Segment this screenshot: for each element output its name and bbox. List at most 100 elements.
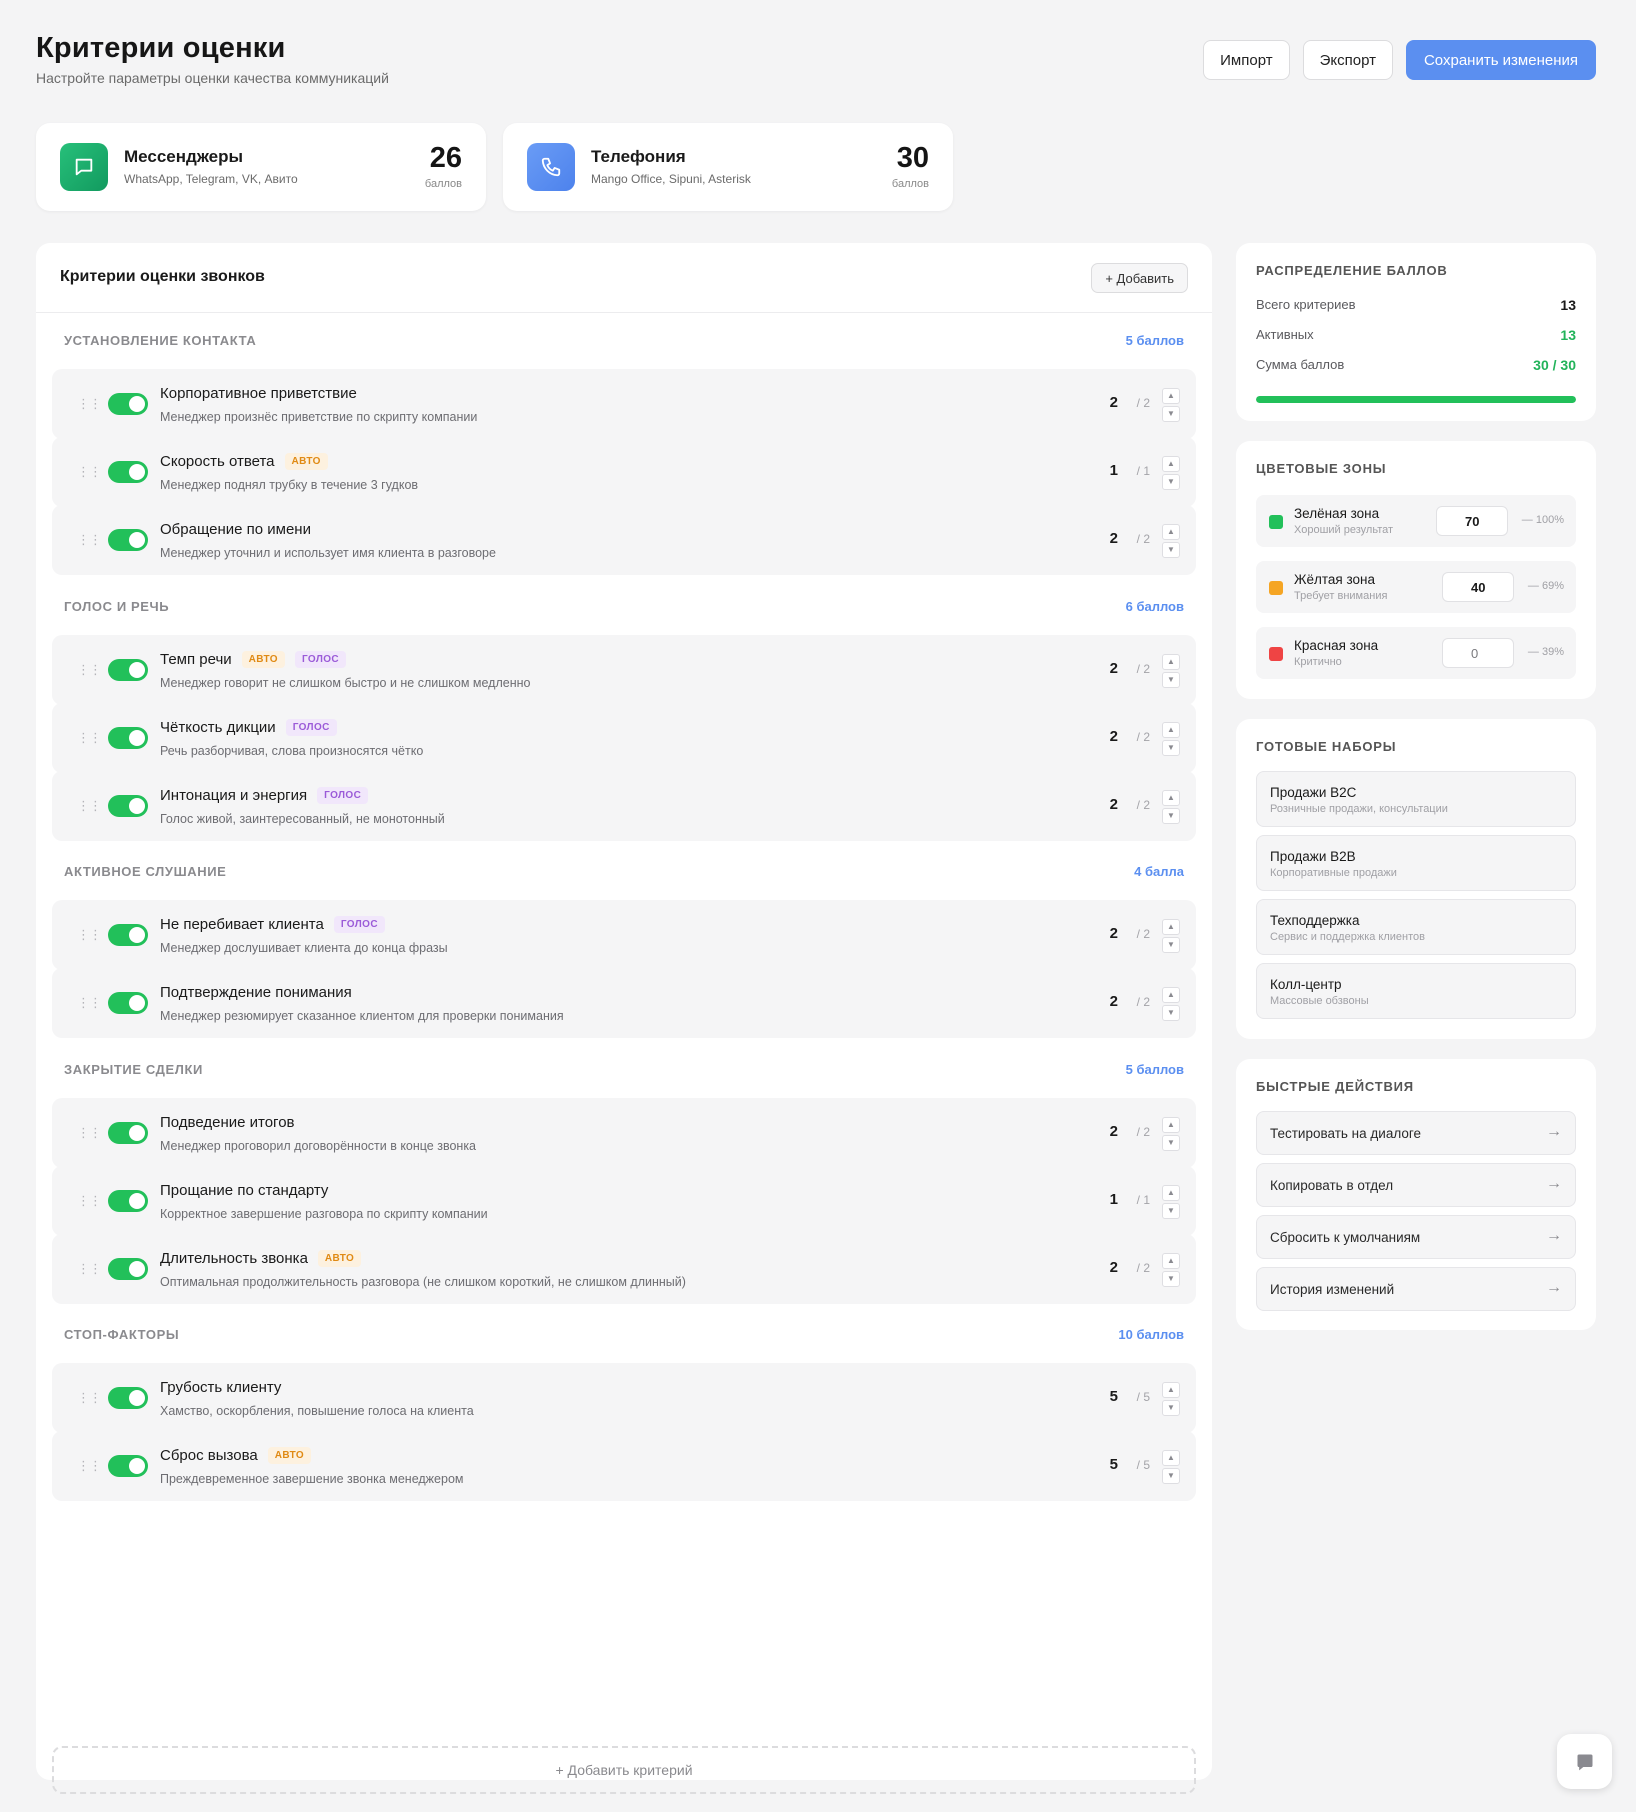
chat-widget-button[interactable] [1557, 1734, 1612, 1789]
criterion-toggle[interactable] [108, 659, 148, 681]
stepper-down-icon[interactable]: ▼ [1162, 1005, 1180, 1021]
stepper-up-icon[interactable]: ▲ [1162, 919, 1180, 935]
quick-action-button[interactable]: Тестировать на диалоге → [1256, 1111, 1576, 1155]
drag-handle-icon[interactable]: ⋮⋮ [77, 397, 102, 411]
stat-active: Активных 13 [1256, 327, 1576, 343]
export-button[interactable]: Экспорт [1302, 40, 1393, 80]
zone-threshold-input[interactable]: 40 [1442, 572, 1514, 602]
stepper-down-icon[interactable]: ▼ [1162, 1468, 1180, 1484]
quick-action-button[interactable]: История изменений → [1256, 1267, 1576, 1311]
arrow-right-icon: → [1546, 1123, 1562, 1140]
drag-handle-icon[interactable]: ⋮⋮ [77, 663, 102, 677]
stepper-down-icon[interactable]: ▼ [1162, 937, 1180, 953]
zone-threshold-input[interactable]: 0 [1442, 638, 1514, 668]
stat-sum: Сумма баллов 30 / 30 [1256, 357, 1576, 373]
criterion-score[interactable]: 2 [1110, 1259, 1118, 1276]
save-button[interactable]: Сохранить изменения [1405, 40, 1596, 80]
criterion-toggle[interactable] [108, 1190, 148, 1212]
criterion-score[interactable]: 2 [1110, 394, 1118, 411]
stepper-down-icon[interactable]: ▼ [1162, 1400, 1180, 1416]
stepper-up-icon[interactable]: ▲ [1162, 987, 1180, 1003]
stepper-up-icon[interactable]: ▲ [1162, 1117, 1180, 1133]
preset-item[interactable]: Продажи B2B Корпоративные продажи [1256, 835, 1576, 891]
criterion-desc: Менеджер произнёс приветствие по скрипту… [160, 410, 478, 424]
stepper-up-icon[interactable]: ▲ [1162, 1185, 1180, 1201]
quick-action-label: Тестировать на диалоге [1270, 1126, 1421, 1141]
drag-handle-icon[interactable]: ⋮⋮ [77, 731, 102, 745]
zone-threshold-input[interactable]: 70 [1436, 506, 1508, 536]
criterion-toggle[interactable] [108, 1387, 148, 1409]
drag-handle-icon[interactable]: ⋮⋮ [77, 1262, 102, 1276]
add-criteria-button[interactable]: + Добавить критерий [52, 1746, 1196, 1794]
preset-item[interactable]: Колл-центр Массовые обзвоны [1256, 963, 1576, 1019]
stepper-down-icon[interactable]: ▼ [1162, 1203, 1180, 1219]
criterion-toggle[interactable] [108, 992, 148, 1014]
criterion-row: ⋮⋮ Длительность звонка АВТО Оптимальная п… [52, 1234, 1196, 1304]
channel-card-messengers[interactable]: Мессенджеры WhatsApp, Telegram, VK, Авит… [36, 123, 486, 211]
drag-handle-icon[interactable]: ⋮⋮ [77, 1391, 102, 1405]
criterion-toggle[interactable] [108, 1122, 148, 1144]
criterion-toggle[interactable] [108, 529, 148, 551]
add-button[interactable]: + Добавить [1091, 263, 1188, 293]
drag-handle-icon[interactable]: ⋮⋮ [77, 1459, 102, 1473]
stepper-up-icon[interactable]: ▲ [1162, 388, 1180, 404]
stepper-up-icon[interactable]: ▲ [1162, 654, 1180, 670]
stepper-up-icon[interactable]: ▲ [1162, 1382, 1180, 1398]
stepper-down-icon[interactable]: ▼ [1162, 542, 1180, 558]
criterion-score[interactable]: 2 [1110, 796, 1118, 813]
stepper-up-icon[interactable]: ▲ [1162, 456, 1180, 472]
criterion-score[interactable]: 2 [1110, 728, 1118, 745]
stepper-down-icon[interactable]: ▼ [1162, 474, 1180, 490]
criterion-toggle[interactable] [108, 461, 148, 483]
tag-auto: АВТО [317, 1250, 362, 1267]
drag-handle-icon[interactable]: ⋮⋮ [77, 465, 102, 479]
criterion-toggle[interactable] [108, 924, 148, 946]
criterion-score[interactable]: 2 [1110, 1123, 1118, 1140]
presets-panel: ГОТОВЫЕ НАБОРЫ Продажи B2C Розничные про… [1236, 719, 1596, 1039]
stepper-down-icon[interactable]: ▼ [1162, 740, 1180, 756]
drag-handle-icon[interactable]: ⋮⋮ [77, 799, 102, 813]
drag-handle-icon[interactable]: ⋮⋮ [77, 1194, 102, 1208]
criterion-toggle[interactable] [108, 393, 148, 415]
criterion-title-row: Грубость клиенту [160, 1379, 281, 1396]
stepper-down-icon[interactable]: ▼ [1162, 808, 1180, 824]
drag-handle-icon[interactable]: ⋮⋮ [77, 1126, 102, 1140]
zone-desc: Требует внимания [1294, 590, 1388, 602]
import-button[interactable]: Импорт [1203, 40, 1290, 80]
drag-handle-icon[interactable]: ⋮⋮ [77, 533, 102, 547]
score-stepper: ▲ ▼ [1162, 456, 1180, 490]
drag-handle-icon[interactable]: ⋮⋮ [77, 928, 102, 942]
criterion-score[interactable]: 2 [1110, 925, 1118, 942]
criterion-score[interactable]: 2 [1110, 660, 1118, 677]
stepper-down-icon[interactable]: ▼ [1162, 406, 1180, 422]
criterion-toggle[interactable] [108, 1455, 148, 1477]
criterion-score[interactable]: 5 [1110, 1388, 1118, 1405]
criterion-toggle[interactable] [108, 727, 148, 749]
stepper-up-icon[interactable]: ▲ [1162, 1450, 1180, 1466]
criterion-score[interactable]: 2 [1110, 530, 1118, 547]
criterion-desc: Корректное завершение разговора по скрип… [160, 1207, 488, 1221]
quick-action-button[interactable]: Сбросить к умолчаниям → [1256, 1215, 1576, 1259]
channel-card-telephony[interactable]: Телефония Mango Office, Sipuni, Asterisk… [503, 123, 953, 211]
criterion-score[interactable]: 5 [1110, 1456, 1118, 1473]
stepper-down-icon[interactable]: ▼ [1162, 1271, 1180, 1287]
channel-points: 30 [896, 142, 929, 174]
criterion-score[interactable]: 2 [1110, 993, 1118, 1010]
stepper-up-icon[interactable]: ▲ [1162, 1253, 1180, 1269]
criterion-toggle[interactable] [108, 795, 148, 817]
preset-item[interactable]: Продажи B2C Розничные продажи, консульта… [1256, 771, 1576, 827]
criterion-score[interactable]: 1 [1110, 462, 1118, 479]
criterion-score[interactable]: 1 [1110, 1191, 1118, 1208]
score-stepper: ▲ ▼ [1162, 1185, 1180, 1219]
criterion-toggle[interactable] [108, 1258, 148, 1280]
stat-label: Сумма баллов [1256, 357, 1345, 372]
stepper-up-icon[interactable]: ▲ [1162, 790, 1180, 806]
stepper-up-icon[interactable]: ▲ [1162, 722, 1180, 738]
criterion-desc: Хамство, оскорбления, повышение голоса н… [160, 1404, 474, 1418]
preset-item[interactable]: Техподдержка Сервис и поддержка клиентов [1256, 899, 1576, 955]
stepper-up-icon[interactable]: ▲ [1162, 524, 1180, 540]
stepper-down-icon[interactable]: ▼ [1162, 672, 1180, 688]
drag-handle-icon[interactable]: ⋮⋮ [77, 996, 102, 1010]
stepper-down-icon[interactable]: ▼ [1162, 1135, 1180, 1151]
quick-action-button[interactable]: Копировать в отдел → [1256, 1163, 1576, 1207]
